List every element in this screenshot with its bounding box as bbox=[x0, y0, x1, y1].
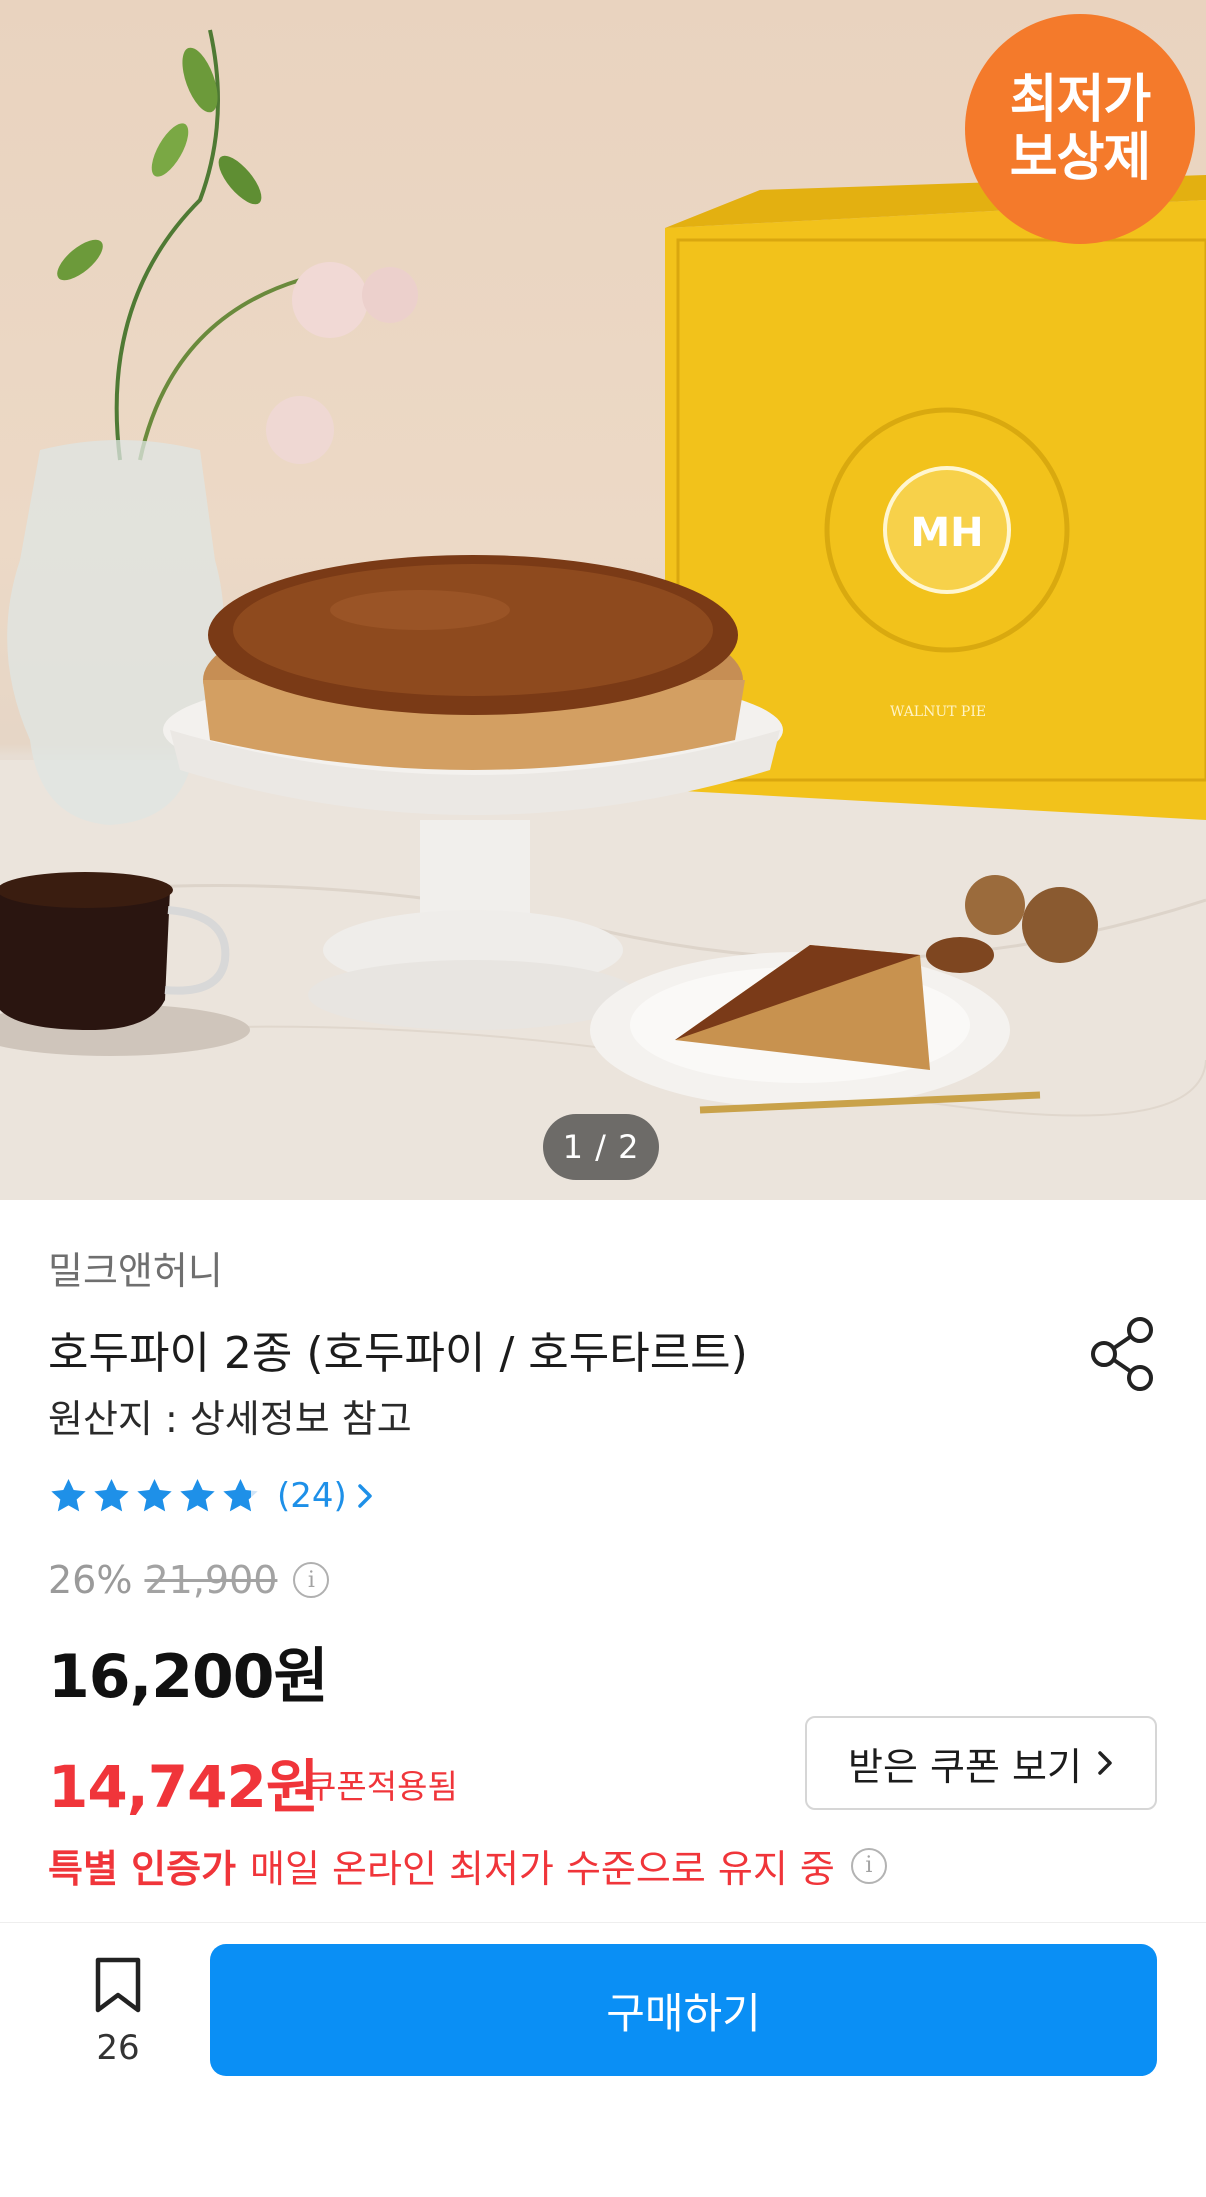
image-pager-indicator: 1 / 2 bbox=[543, 1114, 659, 1180]
view-coupons-button[interactable]: 받은 쿠폰 보기 bbox=[805, 1716, 1157, 1810]
divider bbox=[0, 1922, 1206, 1923]
info-icon[interactable]: i bbox=[293, 1562, 330, 1598]
brand-name[interactable]: 밀크앤허니 bbox=[48, 1240, 223, 1295]
bookmark-icon[interactable] bbox=[88, 1955, 148, 2015]
product-image-carousel[interactable]: MH WALNUT PIE 최저가 보상제 1 / 2 bbox=[0, 0, 1206, 1200]
view-coupons-label: 받은 쿠폰 보기 bbox=[848, 1744, 1082, 1789]
coupon-price: 14,742원 bbox=[48, 1753, 319, 1821]
special-price-label: 특별 인증가 bbox=[48, 1847, 237, 1891]
star-icon bbox=[94, 1479, 129, 1512]
info-icon[interactable]: i bbox=[850, 1847, 887, 1884]
box-logo: MH bbox=[910, 510, 983, 556]
product-title: 호두파이 2종 (호두파이 / 호두타르트) bbox=[48, 1328, 748, 1379]
bookmark-count: 26 bbox=[96, 2028, 140, 2068]
badge-line2: 보상제 bbox=[1009, 128, 1152, 188]
box-label: WALNUT PIE bbox=[890, 704, 986, 720]
buy-button[interactable]: 구매하기 bbox=[210, 1944, 1157, 2076]
star-icon bbox=[51, 1479, 86, 1512]
original-price: 21,900 bbox=[144, 1558, 278, 1602]
chevron-right-icon bbox=[1098, 1751, 1112, 1775]
review-count[interactable]: (24) bbox=[277, 1476, 347, 1516]
star-icon bbox=[180, 1479, 215, 1512]
discount-row: 26% 21,900 i bbox=[48, 1558, 330, 1602]
discount-rate: 26% bbox=[48, 1558, 133, 1602]
rating-row[interactable]: (24) bbox=[48, 1476, 377, 1516]
sale-price: 16,200원 bbox=[48, 1642, 329, 1712]
star-icon bbox=[137, 1479, 172, 1512]
lowest-price-guarantee-badge: 최저가 보상제 bbox=[965, 14, 1195, 244]
star-half-icon bbox=[223, 1479, 258, 1512]
special-price-text: 매일 온라인 최저가 수준으로 유지 중 bbox=[250, 1847, 835, 1891]
chevron-right-icon bbox=[358, 1484, 372, 1508]
coupon-applied-label: 쿠폰적용됨 bbox=[306, 1767, 458, 1806]
star-rating bbox=[48, 1476, 261, 1516]
product-origin: 원산지 : 상세정보 참고 bbox=[48, 1397, 412, 1441]
badge-line1: 최저가 bbox=[1009, 70, 1152, 130]
special-price-notice: 특별 인증가 매일 온라인 최저가 수준으로 유지 중 i bbox=[48, 1838, 887, 1893]
share-icon[interactable] bbox=[1088, 1316, 1158, 1392]
